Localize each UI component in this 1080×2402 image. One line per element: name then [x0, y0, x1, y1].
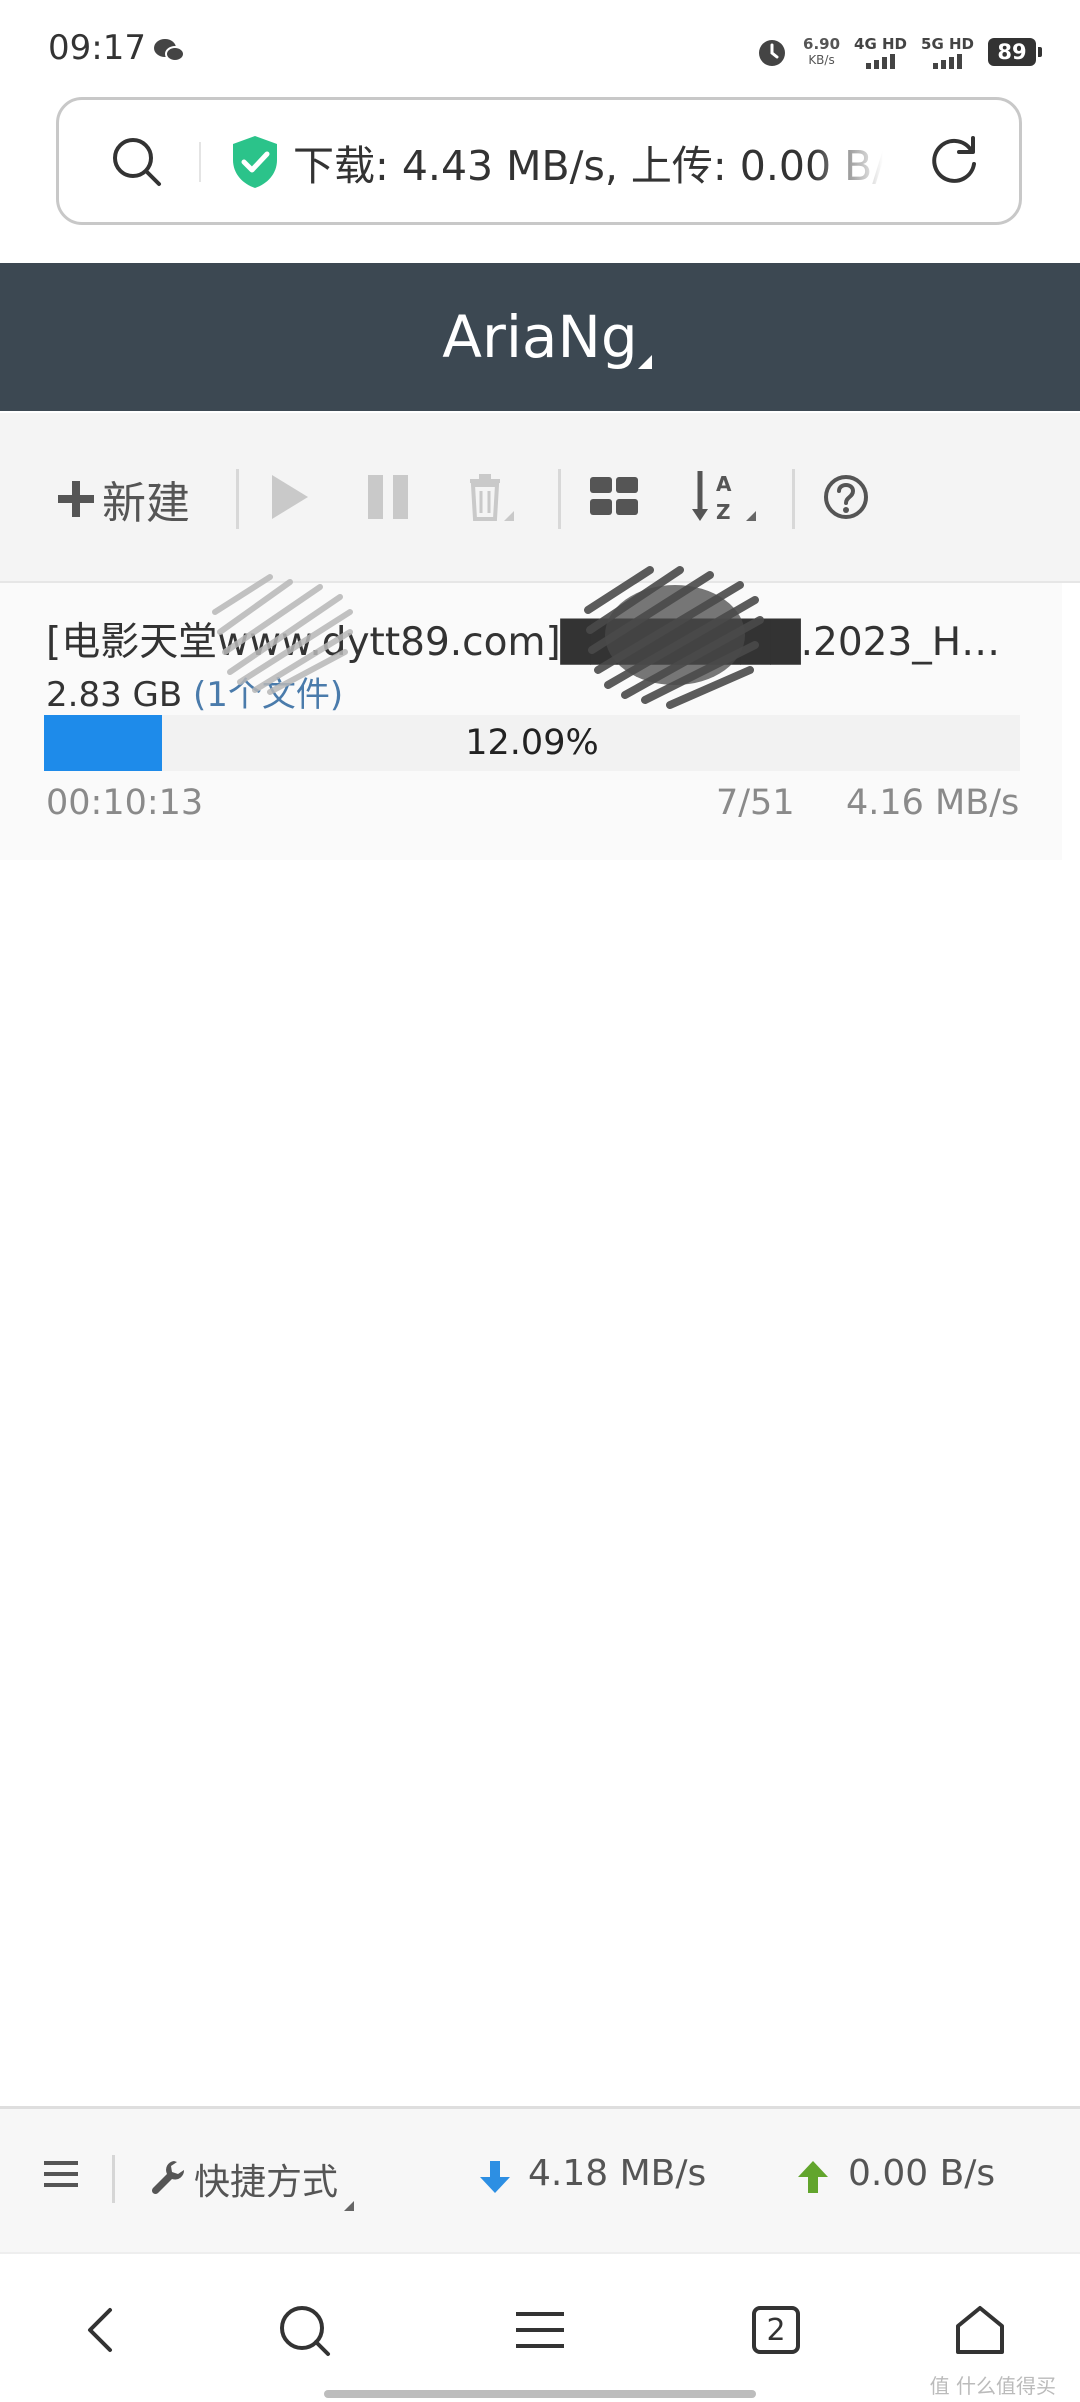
task-size: 2.83 GB: [46, 675, 183, 715]
alarm-icon: [759, 40, 786, 66]
svg-text:Z: Z: [716, 500, 731, 524]
remaining-time: 00:10:13: [46, 783, 204, 823]
battery-indicator: 89: [988, 38, 1042, 66]
app-header: AriaNg: [0, 263, 1080, 411]
back-icon[interactable]: [72, 2300, 132, 2360]
grid-icon[interactable]: [586, 469, 642, 525]
sim2-signal: 5G HD: [921, 36, 974, 69]
toolbar: 新建 A Z: [0, 413, 1080, 583]
pause-icon[interactable]: [360, 469, 416, 525]
shield-check-icon: [233, 136, 277, 188]
plus-icon: [58, 481, 94, 517]
arrow-up-icon: [798, 2161, 828, 2193]
browser-nav-bar: 2 值 什么值得买: [0, 2252, 1080, 2402]
connections: 7/51: [716, 783, 795, 823]
net-speed: 6.90 KB/s: [803, 35, 841, 67]
footer-status-bar: 快捷方式 4.18 MB/s 0.00 B/s: [0, 2106, 1080, 2253]
new-task-button[interactable]: 新建: [56, 467, 190, 531]
play-icon[interactable]: [262, 469, 318, 525]
search-icon[interactable]: [109, 134, 165, 190]
menu-icon[interactable]: [44, 2159, 78, 2189]
global-download-speed: 4.18 MB/s: [528, 2153, 707, 2194]
wrench-icon[interactable]: [150, 2159, 186, 2195]
sim1-signal: 4G HD: [854, 36, 907, 69]
home-icon[interactable]: [950, 2300, 1010, 2360]
help-icon[interactable]: [818, 469, 874, 525]
status-indicators: 6.90 KB/s 4G HD 5G HD 89: [755, 30, 1042, 74]
task-item[interactable]: [电影天堂www.dytt89.com]████████.2023_HD国语中字…: [0, 583, 1062, 860]
app-title[interactable]: AriaNg: [0, 263, 1080, 411]
svg-text:A: A: [716, 472, 732, 496]
title-dropdown-caret[interactable]: [638, 355, 652, 369]
sort-az-icon[interactable]: A Z: [690, 469, 762, 525]
watermark: 值 什么值得买: [929, 2374, 1056, 2398]
wechat-icon: [154, 39, 185, 62]
reload-icon[interactable]: [925, 132, 983, 190]
task-title[interactable]: [电影天堂www.dytt89.com]████████.2023_HD国语中字…: [46, 611, 1016, 667]
url-text[interactable]: 下载: 4.43 MB/s, 上传: 0.00 B/s - AriaNg: [293, 132, 883, 192]
redaction-scribble: [212, 574, 353, 695]
redaction-scribble: [584, 566, 764, 709]
gesture-handle[interactable]: [324, 2390, 756, 2398]
toolbar-divider: [792, 469, 795, 529]
url-bar[interactable]: 下载: 4.43 MB/s, 上传: 0.00 B/s - AriaNg: [56, 97, 1022, 225]
footer-divider: [112, 2155, 115, 2203]
progress-text: 12.09%: [465, 723, 599, 763]
toolbar-divider: [236, 469, 239, 529]
arrow-down-icon: [480, 2161, 510, 2193]
trash-icon[interactable]: [462, 469, 518, 525]
search-nav-icon[interactable]: [274, 2300, 334, 2360]
url-divider: [199, 142, 201, 182]
shortcut-menu[interactable]: 快捷方式: [194, 2153, 338, 2205]
task-speed: 4.16 MB/s: [846, 783, 1020, 823]
menu-nav-icon[interactable]: [510, 2300, 570, 2360]
progress-bar: 12.09%: [44, 715, 1020, 771]
global-upload-speed: 0.00 B/s: [848, 2153, 996, 2194]
tabs-button[interactable]: 2: [746, 2300, 806, 2360]
new-task-label: 新建: [102, 478, 190, 529]
tabs-count: 2: [766, 2312, 786, 2348]
shortcut-caret[interactable]: [344, 2201, 354, 2211]
status-time: 09:17: [48, 28, 146, 68]
toolbar-divider: [558, 469, 561, 529]
